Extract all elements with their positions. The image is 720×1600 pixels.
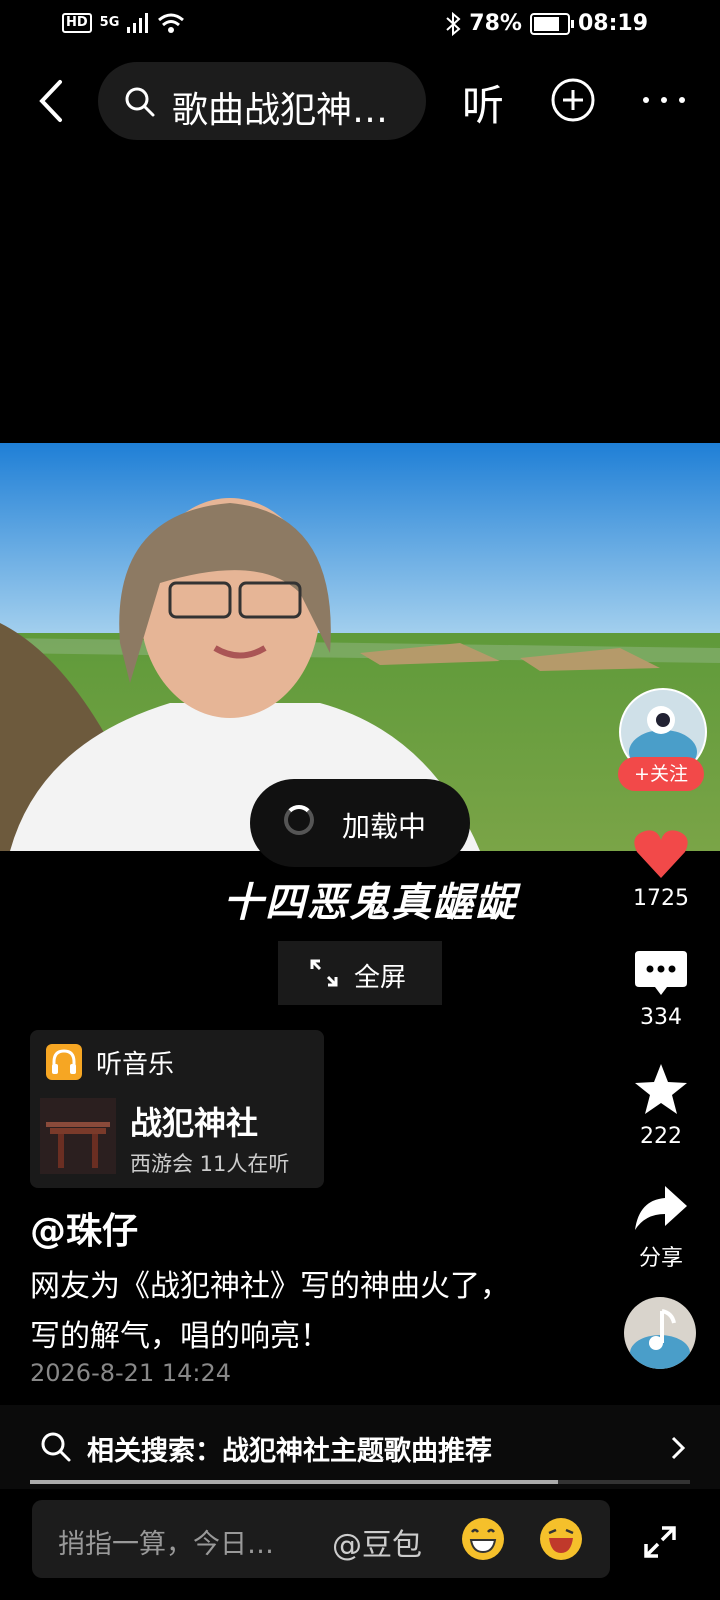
battery-percent: 78% bbox=[469, 11, 522, 36]
music-card[interactable]: 听音乐 战犯神社 西游会 11人在听 bbox=[30, 1030, 324, 1188]
comment-input[interactable]: 捎指一算，今日… @豆包 bbox=[32, 1500, 610, 1578]
video-subtitle: 十四恶鬼真龌龊 bbox=[223, 880, 517, 926]
comment-count: 334 bbox=[640, 1005, 682, 1030]
expand-icon[interactable] bbox=[640, 1522, 680, 1562]
fullscreen-label: 全屏 bbox=[354, 963, 407, 993]
favorite-button[interactable]: 222 bbox=[616, 1062, 706, 1149]
hd-indicator: HD bbox=[62, 13, 92, 33]
more-icon[interactable] bbox=[640, 94, 688, 106]
share-label: 分享 bbox=[638, 1246, 683, 1271]
post-date: 2026-8-21 14:24 bbox=[30, 1359, 231, 1387]
fullscreen-icon bbox=[310, 959, 338, 987]
comment-placeholder: 捎指一算，今日… bbox=[58, 1529, 274, 1560]
loading-label: 加载中 bbox=[342, 810, 427, 843]
music-header-label: 听音乐 bbox=[96, 1050, 175, 1080]
related-search-label: 相关搜索：战犯神社主题歌曲推荐 bbox=[87, 1436, 492, 1467]
share-button[interactable]: 分享 bbox=[616, 1184, 706, 1272]
chevron-right-icon bbox=[671, 1436, 686, 1460]
wifi-icon bbox=[158, 13, 185, 33]
author-name[interactable]: @珠仔 bbox=[30, 1202, 138, 1254]
search-query: 歌曲战犯神… bbox=[172, 90, 389, 131]
clock: 08:19 bbox=[577, 11, 648, 36]
favorite-count: 222 bbox=[640, 1124, 682, 1149]
follow-button[interactable]: +关注 bbox=[618, 757, 704, 791]
search-icon bbox=[125, 87, 155, 117]
battery-fill bbox=[533, 16, 559, 31]
add-icon[interactable] bbox=[551, 78, 595, 122]
playback-progress[interactable] bbox=[30, 1480, 690, 1484]
status-bar: HD 5G 78% 08:19 bbox=[0, 0, 720, 48]
heart-icon bbox=[634, 830, 688, 878]
like-count: 1725 bbox=[633, 886, 689, 911]
listen-button[interactable]: 听 bbox=[462, 72, 504, 133]
headphones-icon bbox=[46, 1044, 82, 1080]
mention-doubao[interactable]: @豆包 bbox=[332, 1520, 422, 1564]
like-button[interactable]: 1725 bbox=[616, 828, 706, 911]
network-5g-label: 5G bbox=[99, 15, 120, 30]
song-subtitle: 西游会 11人在听 bbox=[130, 1152, 290, 1176]
music-disc[interactable] bbox=[624, 1297, 696, 1369]
search-bar[interactable]: 歌曲战犯神… bbox=[98, 62, 426, 140]
laugh-emoji-icon[interactable] bbox=[540, 1518, 582, 1560]
signal-icon bbox=[127, 13, 149, 33]
share-icon bbox=[635, 1186, 687, 1230]
song-title: 战犯神社 bbox=[130, 1104, 259, 1142]
spinner-icon bbox=[284, 805, 314, 835]
comment-button[interactable]: 334 bbox=[616, 949, 706, 1030]
star-icon bbox=[635, 1064, 687, 1114]
comment-icon bbox=[635, 951, 687, 995]
music-note-icon bbox=[630, 1309, 690, 1369]
bluetooth-icon bbox=[446, 11, 461, 36]
loading-indicator: 加载中 bbox=[250, 779, 470, 867]
battery-icon bbox=[529, 12, 574, 35]
grin-emoji-icon[interactable] bbox=[462, 1518, 504, 1560]
album-cover bbox=[40, 1098, 116, 1174]
fullscreen-button[interactable]: 全屏 bbox=[278, 941, 442, 1005]
search-icon bbox=[41, 1432, 71, 1462]
playback-progress-fill bbox=[30, 1480, 558, 1484]
back-icon[interactable] bbox=[34, 78, 74, 124]
post-description: 网友为《战犯神社》写的神曲火了，写的解气，唱的响亮！ bbox=[30, 1269, 510, 1354]
related-search-bar[interactable]: 相关搜索：战犯神社主题歌曲推荐 bbox=[0, 1405, 720, 1489]
